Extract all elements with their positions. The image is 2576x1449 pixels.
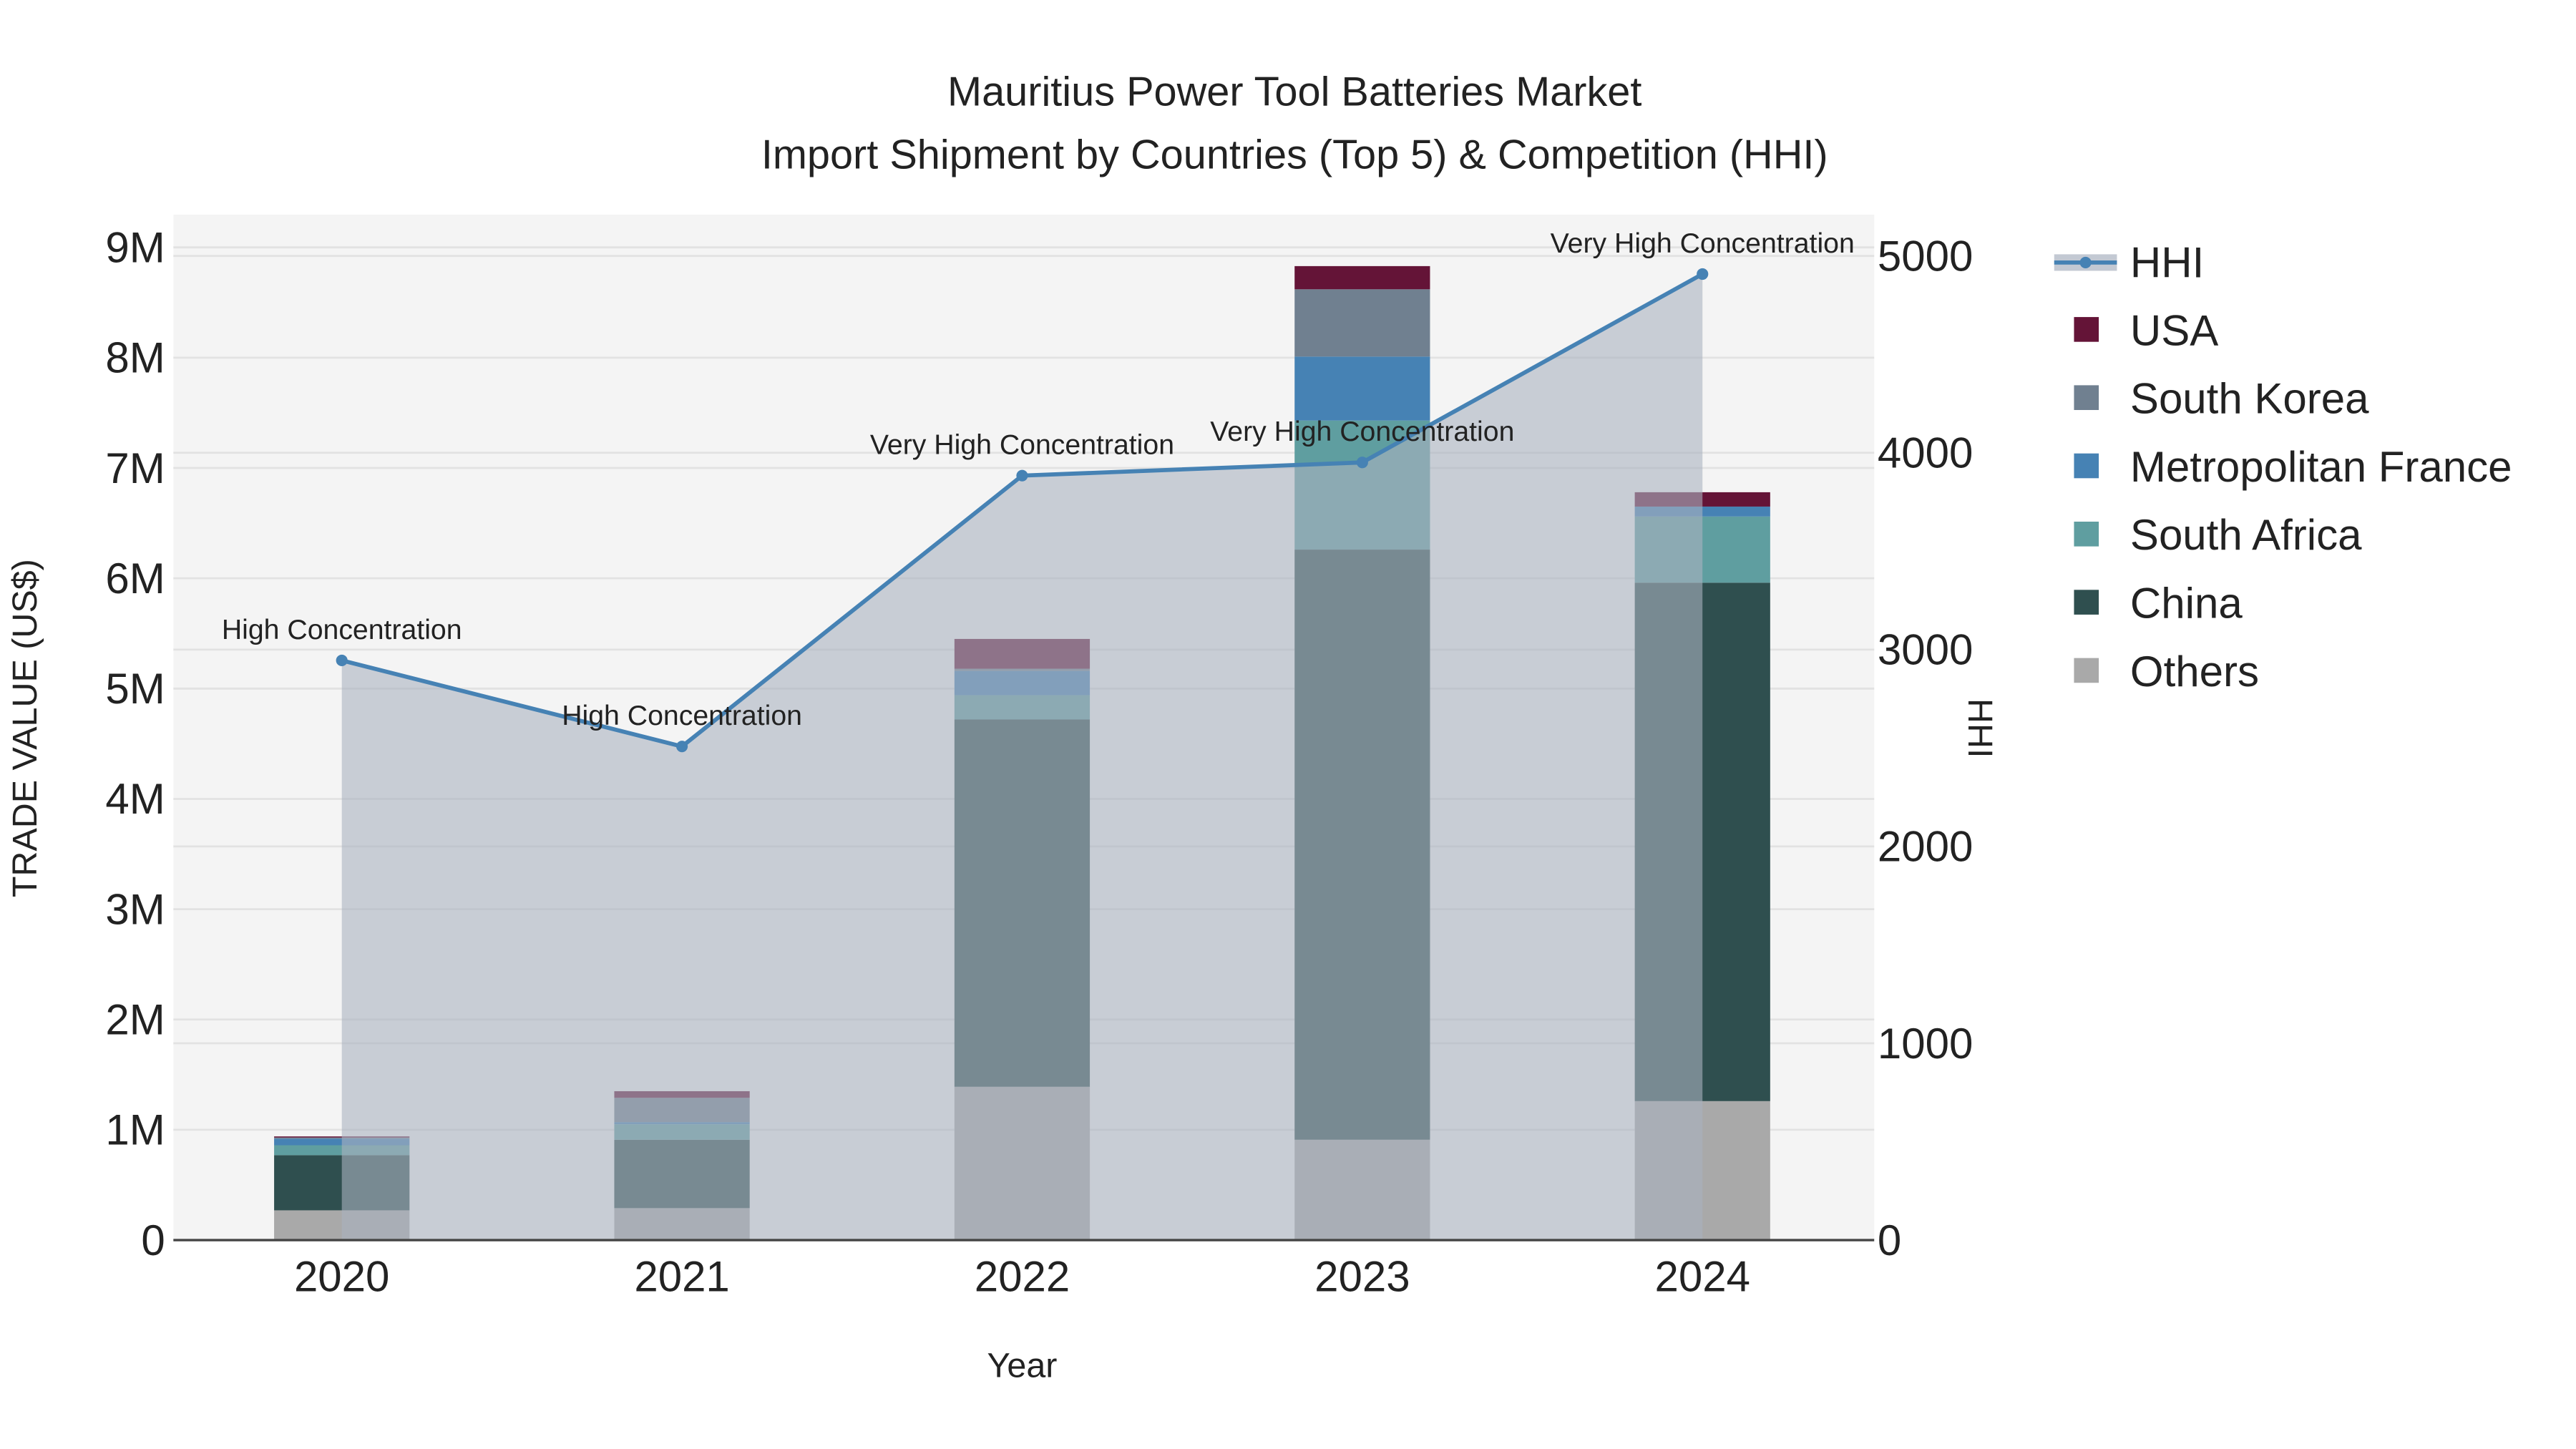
legend-label: USA [2130,306,2218,354]
hhi-annotation: Very High Concentration [1210,416,1514,447]
chart-subtitle: Import Shipment by Countries (Top 5) & C… [761,132,1828,177]
legend-label: Metropolitan France [2130,443,2512,491]
hhi-point [1697,268,1709,280]
legend-label: HHI [2130,239,2204,287]
legend-label: Others [2130,648,2259,696]
legend-swatch-metropolitan-france [2074,453,2099,479]
x-axis-label: Year [987,1347,1058,1385]
legend-label: South Korea [2130,375,2369,423]
hhi-point [1016,469,1028,482]
y2-tick-label: 3000 [1878,626,1973,674]
x-tick-label: 2023 [1314,1253,1410,1301]
y-tick-label: 9M [105,223,165,271]
chart: Mauritius Power Tool Batteries Market Im… [6,69,2512,1385]
y-tick-label: 5M [105,665,165,713]
y-tick-label: 6M [105,555,165,602]
hhi-point [1356,457,1368,469]
x-tick-label: 2022 [975,1253,1070,1301]
chart-title: Mauritius Power Tool Batteries Market [947,69,1641,115]
y2-tick-label: 4000 [1878,429,1973,477]
legend-label: South Africa [2130,511,2362,559]
legend-hhi-marker-icon [2079,256,2092,268]
legend-swatch-others [2074,658,2099,683]
hhi-annotation: High Concentration [222,614,462,645]
hhi-point [676,741,688,753]
y2-tick-label: 2000 [1878,823,1973,871]
bar-south-korea [1294,289,1430,357]
x-tick-label: 2021 [634,1253,729,1301]
bar-usa [1294,265,1430,290]
x-tick-label: 2020 [294,1253,389,1301]
hhi-annotation: High Concentration [562,700,802,731]
x-tick-label: 2024 [1654,1253,1750,1301]
y-tick-label: 2M [105,996,165,1044]
legend-swatch-china [2074,590,2099,615]
y-axis-label: TRADE VALUE (US$) [6,559,44,897]
y-tick-label: 4M [105,775,165,823]
bar-metropolitan-france [1294,356,1430,421]
y-tick-label: 1M [105,1106,165,1154]
y-tick-label: 0 [141,1216,165,1264]
y-tick-label: 7M [105,444,165,492]
y-tick-label: 3M [105,885,165,933]
legend-swatch-south-africa [2074,522,2099,547]
y2-axis-label: HHI [1961,698,1999,758]
y2-tick-label: 1000 [1878,1020,1973,1068]
hhi-annotation: Very High Concentration [1551,228,1855,259]
y2-tick-label: 5000 [1878,232,1973,280]
legend-label: China [2130,580,2243,628]
hhi-annotation: Very High Concentration [870,429,1174,461]
legend-swatch-usa [2074,317,2099,342]
y-tick-label: 8M [105,334,165,382]
hhi-point [336,654,348,667]
legend-swatch-south-korea [2074,385,2099,410]
y2-tick-label: 0 [1878,1216,1901,1264]
